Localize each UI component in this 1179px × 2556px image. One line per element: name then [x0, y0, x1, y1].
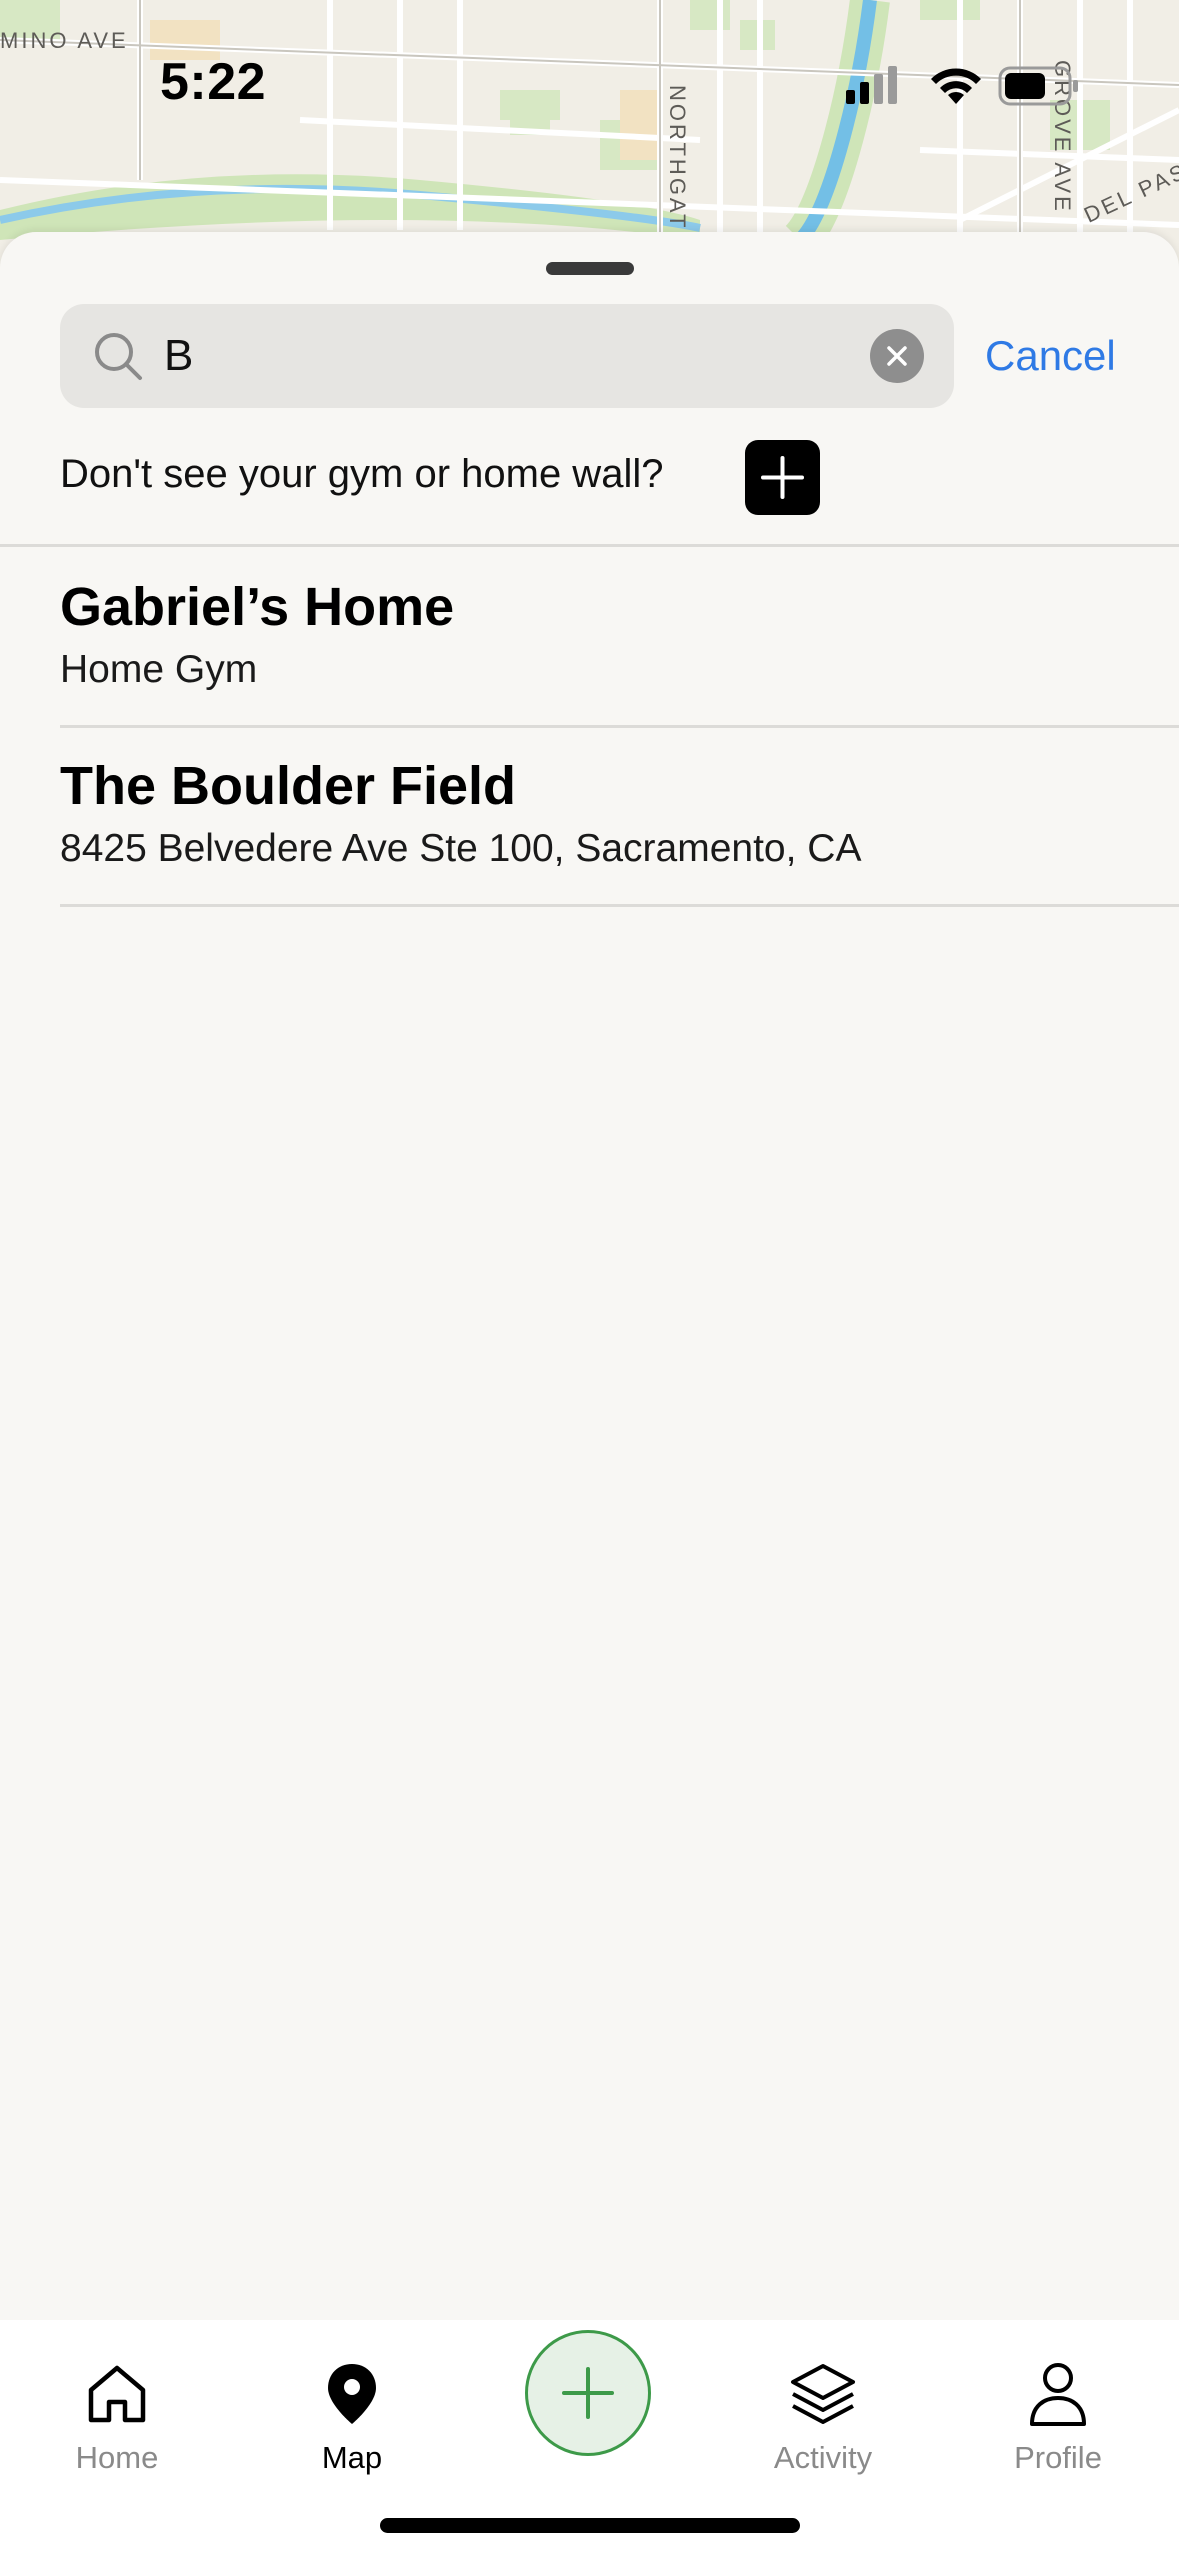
search-sheet: B Cancel Don't see your gym or home wall… [0, 232, 1179, 2324]
map-pin-icon [328, 2364, 376, 2424]
result-title: Gabriel’s Home [60, 577, 455, 637]
battery-icon [998, 66, 1078, 106]
tab-label: Map [321, 2440, 383, 2475]
clear-search-button[interactable] [870, 329, 924, 383]
street-label: MINO AVE [0, 28, 129, 53]
status-icons [840, 62, 1080, 110]
close-icon [887, 346, 907, 366]
plus-icon [761, 456, 804, 499]
layers-icon [791, 2364, 855, 2424]
home-indicator [380, 2518, 800, 2533]
tab-label: Profile [1014, 2440, 1102, 2475]
street-label: NORTHGAT [665, 85, 690, 231]
tab-profile[interactable]: Profile [968, 2338, 1148, 2488]
plus-icon [562, 2367, 614, 2419]
create-button[interactable] [525, 2330, 651, 2456]
result-subtitle: 8425 Belvedere Ave Ste 100, Sacramento, … [60, 827, 862, 870]
add-gym-button[interactable] [745, 440, 820, 515]
status-time: 5:22 [160, 53, 267, 111]
search-result-item[interactable]: Gabriel’s Home Home Gym [60, 547, 1179, 728]
home-icon [88, 2365, 146, 2423]
search-result-item[interactable]: The Boulder Field 8425 Belvedere Ave Ste… [60, 726, 1179, 907]
add-gym-prompt: Don't see your gym or home wall? [60, 452, 664, 496]
search-icon [95, 333, 142, 380]
tab-label: Activity [773, 2440, 873, 2475]
cancel-button[interactable]: Cancel [985, 328, 1116, 384]
sheet-grabber[interactable] [546, 262, 634, 275]
person-icon [1030, 2363, 1086, 2426]
result-title: The Boulder Field [60, 756, 517, 816]
tab-activity[interactable]: Activity [733, 2338, 913, 2488]
result-subtitle: Home Gym [60, 648, 258, 691]
tab-map[interactable]: Map [262, 2338, 442, 2488]
search-query: B [164, 331, 194, 380]
tab-home[interactable]: Home [27, 2338, 207, 2488]
search-input[interactable]: B [60, 304, 954, 408]
wifi-icon [931, 68, 981, 104]
tab-label: Home [75, 2440, 159, 2475]
